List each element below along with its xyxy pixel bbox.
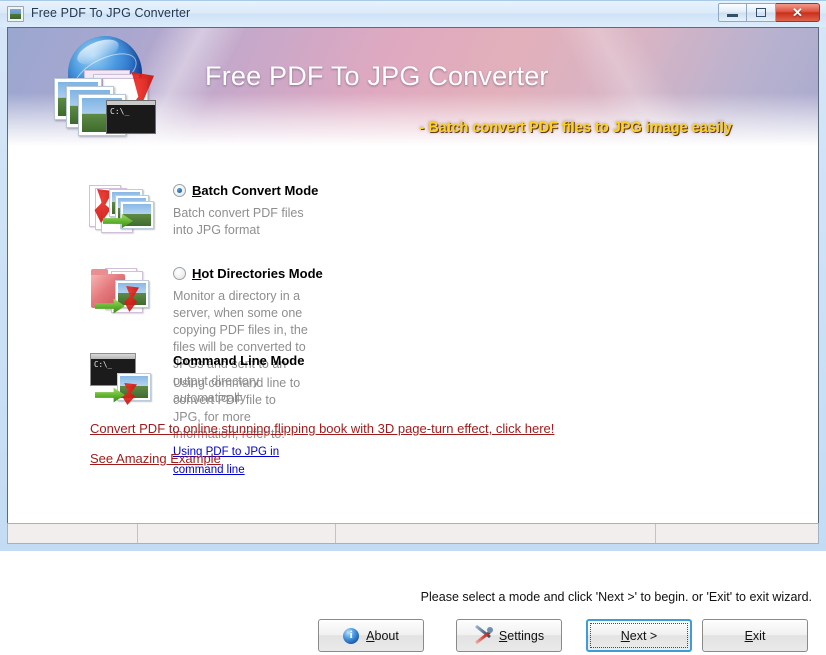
exit-button[interactable]: Exit [702,619,808,652]
close-icon: ✕ [792,5,803,20]
button-row: i About Settings Next > Exit [8,619,820,655]
settings-button[interactable]: Settings [456,619,562,652]
window-title: Free PDF To JPG Converter [31,6,191,20]
button-accel-key: E [744,628,753,643]
status-panel [655,524,818,543]
window-controls: ✕ [718,3,820,22]
folder-to-photos-icon [89,266,153,318]
button-accel-key: A [366,628,375,643]
minimize-icon [727,14,738,17]
pdf-pages-to-photos-icon [89,183,154,235]
client-area: C:\_ Free PDF To JPG Converter - Batch c… [7,27,819,652]
minimize-button[interactable] [718,3,747,22]
mode-label-text: atch Convert Mode [201,183,319,198]
title-bar: Free PDF To JPG Converter ✕ [0,0,826,27]
maximize-button[interactable] [747,3,776,22]
mode-description-batch-convert: Batch convert PDF files into JPG format [173,206,304,237]
mode-accel-key: H [192,266,202,281]
status-panel [335,524,655,543]
mode-accel-key: B [192,183,202,198]
mode-title-hot-directories: Hot Directories Mode [173,266,323,281]
tools-icon [474,624,493,644]
mode-label-text: ot Directories Mode [201,266,323,281]
button-label: xit [752,628,766,643]
banner-tagline: - Batch convert PDF files to JPG image e… [419,120,732,136]
console-icon: C:\_ [106,100,156,134]
mode-title-command-line: Command Line Mode [173,353,304,368]
focus-outline [590,623,688,648]
button-label: bout [374,628,399,643]
button-accel-key: S [498,628,508,643]
next-button[interactable]: Next > [586,619,692,652]
wizard-content: Batch Convert Mode Batch convert PDF fil… [8,146,818,652]
about-button[interactable]: i About [318,619,424,652]
app-logo: C:\_ [48,34,188,142]
status-bar [7,523,819,544]
maximize-icon [756,8,766,17]
wizard-hint-text: Please select a mode and click 'Next >' … [420,590,812,604]
banner-title: Free PDF To JPG Converter [205,61,549,91]
radio-batch-convert[interactable] [173,184,186,197]
header-banner: C:\_ Free PDF To JPG Converter - Batch c… [8,28,818,146]
image-file-icon [7,6,24,22]
mode-title-batch-convert: Batch Convert Mode [173,183,318,198]
mode-label-text: Command Line Mode [173,353,305,368]
see-example-link[interactable]: See Amazing Example [90,451,221,466]
radio-hot-directories[interactable] [173,267,186,280]
flipping-book-promo-link[interactable]: Convert PDF to online stunning flipping … [90,421,554,436]
info-icon: i [343,627,360,644]
button-label: ettings [507,628,545,643]
console-window-icon: C:\_ [89,353,153,405]
application-window: Free PDF To JPG Converter ✕ C:\_ Free PD… [0,0,826,652]
close-button[interactable]: ✕ [776,3,820,22]
status-panel [8,524,137,543]
status-panel [137,524,335,543]
